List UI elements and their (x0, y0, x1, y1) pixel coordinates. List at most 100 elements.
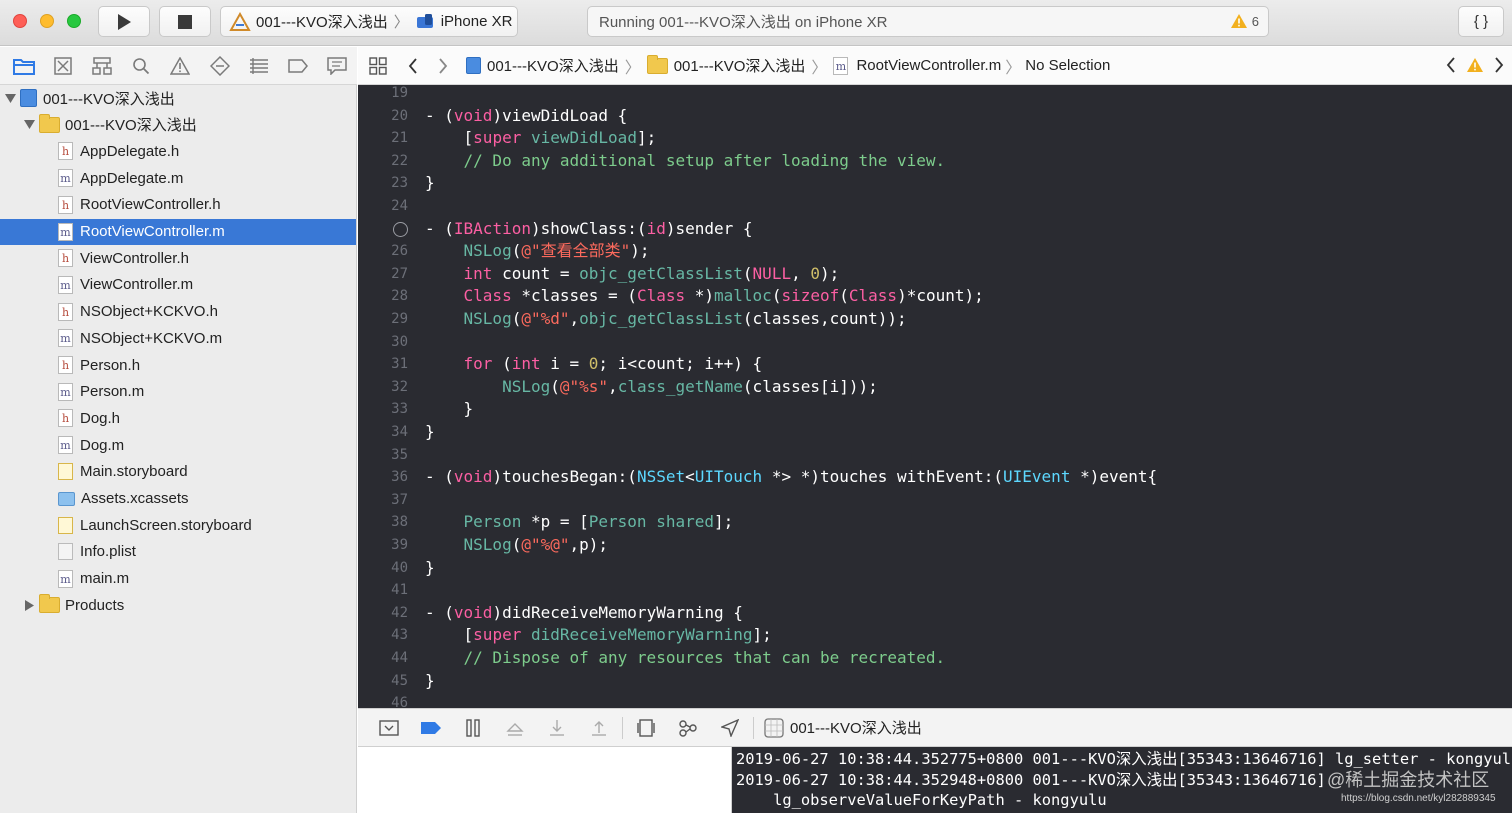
code-line[interactable]: 26 NSLog(@"查看全部类"); (358, 240, 1512, 263)
tree-item[interactable]: 001---KVO深入浅出 (0, 85, 356, 111)
code-line[interactable]: 35 (358, 444, 1512, 467)
code-line[interactable]: 30 (358, 331, 1512, 354)
code-line[interactable]: 33 } (358, 398, 1512, 421)
library-button[interactable]: { } (1458, 6, 1504, 37)
find-navigator-tab[interactable] (122, 51, 161, 81)
tree-item[interactable]: h Person.h (0, 352, 356, 378)
breadcrumb-file[interactable]: m RootViewController.m (833, 56, 1001, 75)
code-line[interactable]: 27 int count = objc_getClassList(NULL, 0… (358, 263, 1512, 286)
warning-icon[interactable] (1466, 57, 1484, 73)
ibaction-connection-icon[interactable] (393, 221, 408, 237)
source-editor[interactable]: 19 20- (void)viewDidLoad {21 [super viewD… (358, 85, 1512, 708)
scheme-selector[interactable]: 001---KVO深入浅出 〉 iPhone XR (220, 6, 518, 37)
line-number: 26 (391, 243, 408, 260)
variables-view[interactable] (358, 747, 732, 813)
disclosure-open-icon[interactable] (23, 118, 36, 131)
report-navigator-tab[interactable] (318, 51, 357, 81)
code-line[interactable]: 44 // Dispose of any resources that can … (358, 647, 1512, 670)
code-line[interactable]: 32 NSLog(@"%s",class_getName(classes[i])… (358, 376, 1512, 399)
code-token: } (425, 399, 474, 419)
tree-item[interactable]: Products (0, 592, 356, 618)
code-line[interactable]: 29 NSLog(@"%d",objc_getClassList(classes… (358, 308, 1512, 331)
tree-item[interactable]: Assets.xcassets (0, 486, 356, 512)
related-items-button[interactable] (358, 56, 398, 75)
code-line[interactable]: 45} (358, 670, 1512, 693)
memory-graph-button[interactable] (667, 713, 709, 743)
symbol-navigator-tab[interactable] (82, 51, 121, 81)
tree-item[interactable]: m RootViewController.m (0, 218, 356, 245)
code-line[interactable]: 23} (358, 172, 1512, 195)
code-line[interactable]: 46 (358, 692, 1512, 708)
disclosure-closed-icon[interactable] (23, 599, 36, 612)
tree-item[interactable]: m NSObject+KCKVO.m (0, 325, 356, 351)
code-line[interactable]: 22 // Do any additional setup after load… (358, 150, 1512, 173)
code-line[interactable]: 38 Person *p = [Person shared]; (358, 511, 1512, 534)
next-issue-icon[interactable] (1494, 57, 1504, 73)
code-line[interactable]: 31 for (int i = 0; i<count; i++) { (358, 353, 1512, 376)
code-line[interactable]: 39 NSLog(@"%@",p); (358, 534, 1512, 557)
tree-item[interactable]: m AppDelegate.m (0, 165, 356, 191)
step-out-button[interactable] (578, 713, 620, 743)
tree-item[interactable]: m main.m (0, 566, 356, 592)
breakpoint-navigator-tab[interactable] (279, 51, 318, 81)
tree-item[interactable]: m Person.m (0, 379, 356, 405)
code-token: class_getName (617, 376, 743, 396)
minimize-window-button[interactable] (40, 14, 54, 28)
breadcrumb-group[interactable]: 001---KVO深入浅出 (646, 54, 805, 76)
code-line[interactable]: 37 (358, 489, 1512, 512)
tree-item[interactable]: Info.plist (0, 539, 356, 565)
step-over-icon (506, 722, 524, 736)
back-button[interactable] (398, 57, 428, 74)
step-into-button[interactable] (536, 713, 578, 743)
warning-indicator[interactable]: 6 (1230, 13, 1259, 29)
tree-item[interactable]: LaunchScreen.storyboard (0, 512, 356, 538)
issue-navigator-tab[interactable] (161, 51, 200, 81)
previous-issue-icon[interactable] (1446, 57, 1456, 73)
step-over-button[interactable] (494, 713, 536, 743)
code-line[interactable]: 19 (358, 85, 1512, 105)
disclosure-open-icon[interactable] (4, 92, 17, 105)
line-number: 39 (391, 537, 408, 553)
hide-debug-area-button[interactable] (368, 713, 410, 743)
code-line[interactable]: 40} (358, 557, 1512, 580)
zoom-window-button[interactable] (67, 14, 81, 28)
tree-item[interactable]: h Dog.h (0, 405, 356, 431)
line-number: 30 (391, 333, 408, 350)
source-control-navigator-tab[interactable] (43, 51, 82, 81)
tree-item[interactable]: Main.storyboard (0, 459, 356, 485)
stop-button[interactable] (159, 6, 211, 37)
simulate-location-button[interactable] (709, 713, 751, 743)
tree-item-label: Assets.xcassets (81, 490, 189, 507)
tree-item[interactable]: h NSObject+KCKVO.h (0, 299, 356, 325)
tree-item[interactable]: h RootViewController.h (0, 192, 356, 218)
tree-item[interactable]: h AppDelegate.h (0, 138, 356, 164)
view-hierarchy-button[interactable] (625, 713, 667, 743)
tree-item[interactable]: m ViewController.m (0, 272, 356, 298)
run-button[interactable] (98, 6, 150, 37)
breadcrumb-selection[interactable]: No Selection (1025, 57, 1110, 74)
code-line[interactable]: 41 (358, 579, 1512, 602)
view-hierarchy-icon (637, 718, 655, 737)
code-line[interactable]: 36 - (void)touchesBegan:(NSSet<UITouch *>… (358, 466, 1512, 489)
code-line[interactable]: 24 (358, 195, 1512, 218)
close-window-button[interactable] (13, 14, 27, 28)
debug-target-selector[interactable]: 001---KVO深入浅出 (764, 717, 922, 738)
project-navigator-tab[interactable] (4, 51, 43, 81)
code-token: NSLog (463, 309, 512, 328)
code-line[interactable]: 20 - (void)viewDidLoad { (358, 105, 1512, 128)
code-line[interactable]: 28 Class *classes = (Class *)malloc(size… (358, 285, 1512, 308)
tree-item[interactable]: 001---KVO深入浅出 (0, 112, 356, 138)
tree-item[interactable]: h ViewController.h (0, 245, 356, 271)
code-line[interactable]: 43 [super didReceiveMemoryWarning]; (358, 624, 1512, 647)
tree-item[interactable]: m Dog.m (0, 432, 356, 458)
debug-navigator-tab[interactable] (239, 51, 278, 81)
test-navigator-tab[interactable] (200, 51, 239, 81)
pause-button[interactable] (452, 713, 494, 743)
code-line[interactable]: - (IBAction)showClass:(id)sender { (358, 218, 1512, 241)
breakpoints-toggle-button[interactable] (410, 713, 452, 743)
code-line[interactable]: 34} (358, 421, 1512, 444)
code-line[interactable]: 42 - (void)didReceiveMemoryWarning { (358, 602, 1512, 625)
code-line[interactable]: 21 [super viewDidLoad]; (358, 127, 1512, 150)
breadcrumb-project[interactable]: 001---KVO深入浅出 (466, 55, 619, 76)
forward-button[interactable] (428, 57, 458, 74)
